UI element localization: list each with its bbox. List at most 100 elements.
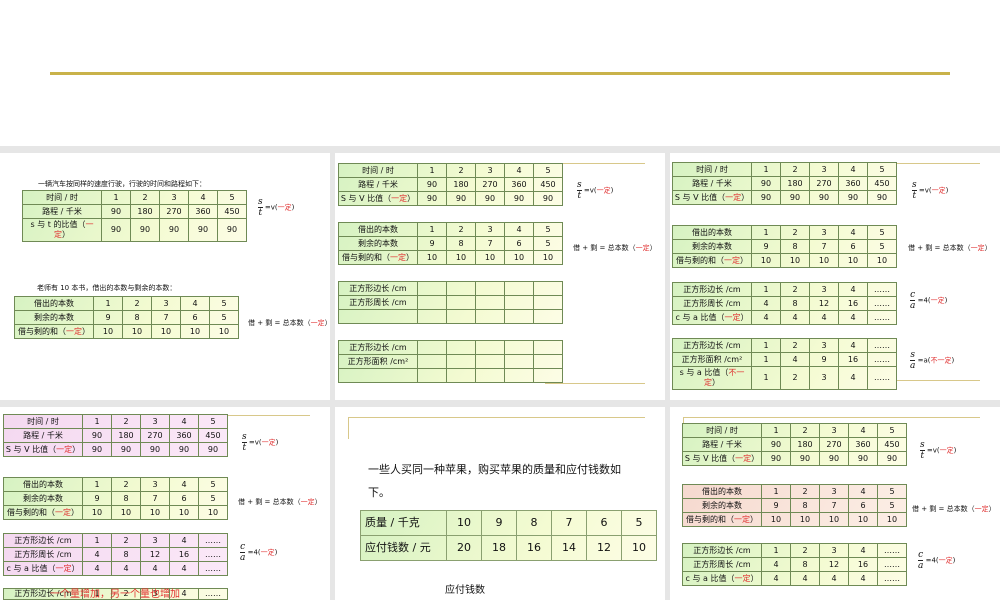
table-row: 剩余的本数 9 8 7 6 5 — [672, 239, 897, 254]
table-cell: 90 — [101, 218, 131, 242]
slide-thumbnail-3[interactable]: 时间 / 时 1 2 3 4 5 路程 / 千米 90 180 270 360 450 S 与 V 比值… — [670, 153, 1000, 400]
table-cell: 10 — [198, 505, 228, 520]
slide-thumbnail-6[interactable]: 时间 / 时 1 2 3 4 5 路程 / 千米 90 180 270 360 450 S 与 V 比值… — [670, 407, 1000, 600]
data-table: 时间 / 时 1 2 3 4 5 路程 / 千米 90 180 270 360 450 s 与 t 的比… — [22, 190, 247, 242]
row-label: 借出的本数 — [338, 222, 418, 237]
table-cell: 5 — [209, 296, 239, 311]
denominator: a — [910, 361, 916, 371]
table-cell: 10 — [446, 510, 482, 536]
table-row: 时间 / 时12345 — [22, 190, 247, 205]
data-table: 借出的本数 1 2 3 4 5 剩余的本数 9 8 7 6 5 借与剩的和（一定） 10 10 10 10 10 — [14, 296, 239, 339]
table-cell: 4 — [780, 310, 810, 325]
table-row: 正方形面积 /cm² 1 4 9 16…… — [672, 352, 897, 367]
formula: 借 + 剩 = 总本数（一定） — [912, 504, 996, 514]
table-row: S 与 V 比值（一定） 90 90 90 90 90 — [338, 191, 563, 206]
table-cell: 1 — [417, 222, 447, 237]
highlight: 一定 — [55, 563, 72, 573]
numerator: c — [240, 542, 246, 553]
table-cell: 270 — [819, 437, 849, 452]
formula-constant: 一定 — [970, 244, 985, 252]
table-cell: 2 — [780, 282, 810, 297]
table-cell: 7 — [819, 498, 849, 513]
table-row: S 与 V 比值（一定） 90 90 90 90 90 — [3, 442, 228, 457]
table-cell: 360 — [838, 176, 868, 191]
table-cell: 180 — [111, 428, 141, 443]
table-cell: 4 — [504, 222, 534, 237]
table-cell: 2 — [122, 296, 152, 311]
table-cell: 5 — [867, 162, 897, 177]
table-cell: 10 — [867, 253, 897, 268]
table-cell: 10 — [533, 250, 563, 265]
table-row: 借与剩的和（一定） 10 10 10 10 10 — [14, 324, 239, 339]
table-cell: 16 — [516, 535, 552, 561]
data-table: 时间 / 时 1 2 3 4 5 路程 / 千米 90 180 270 360 450 S 与 V 比值… — [682, 423, 907, 466]
table-cell: 10 — [209, 324, 239, 339]
table-cell: 450 — [867, 176, 897, 191]
table-row: 时间 / 时12345 — [338, 163, 563, 178]
table-cell: 1 — [751, 338, 781, 353]
table-cell — [533, 281, 563, 296]
table-cell: 4 — [848, 484, 878, 499]
slide-thumbnail-4[interactable]: 时间 / 时 1 2 3 4 5 路程 / 千米 90 180 270 360 450 S 与 V 比值… — [0, 407, 330, 600]
table-row: 剩余的本数 9 8 7 6 5 — [3, 491, 228, 506]
data-table: 正方形边长 /cm 正方形周长 /cm — [338, 281, 563, 324]
table-cell: 10 — [111, 505, 141, 520]
row-label: 借与剩的和（一定） — [14, 324, 94, 339]
table-row: 借出的本数 1 2 3 4 5 — [672, 225, 897, 240]
table-cell — [475, 368, 505, 383]
table-row: 时间 / 时12345 — [3, 414, 228, 429]
table-cell: 14 — [551, 535, 587, 561]
table-cell: 2 — [790, 423, 820, 438]
row-label: s 与 a 比值（不一定） — [672, 366, 752, 390]
row-label: 正方形周长 /cm — [338, 295, 418, 310]
data-table: 借出的本数 1 2 3 4 5 剩余的本数 9 8 7 6 5 借与剩的和（一定） 10 10 10 10 10 — [682, 484, 907, 527]
table-cell: 90 — [130, 218, 160, 242]
table-row: 正方形周长 /cm — [338, 295, 563, 310]
table-cell: 10 — [504, 250, 534, 265]
table-cell — [446, 340, 476, 355]
formula-rhs: =4( — [925, 556, 939, 565]
table-row: 正方形边长 /cm 1 2 3 4…… — [672, 282, 897, 297]
current-slide — [0, 0, 1000, 146]
table-cell: 4 — [838, 366, 868, 390]
row-label: 正方形边长 /cm — [338, 340, 418, 355]
numerator: s — [920, 440, 925, 451]
table-cell: 4 — [848, 423, 878, 438]
table-cell: 4 — [188, 190, 218, 205]
slide-thumbnail-2[interactable]: 时间 / 时 1 2 3 4 5 路程 / 千米 90 180 270 360 450 S 与 V 比值… — [335, 153, 665, 400]
table-cell: 5 — [621, 510, 657, 536]
slide-thumbnail-5[interactable]: 一些人买同一种苹果，购买苹果的质量和应付钱数如 下。 质量 / 千克 10 9 8 7 6… — [335, 407, 665, 600]
formula-constant: 一定 — [596, 186, 611, 195]
table-cell — [417, 368, 447, 383]
data-table: 时间 / 时 1 2 3 4 5 路程 / 千米 90 180 270 360 450 S 与 V 比值… — [3, 414, 228, 457]
table-cell — [475, 295, 505, 310]
denominator: a — [918, 561, 924, 571]
table-cell: 90 — [188, 218, 218, 242]
table-cell — [417, 309, 447, 324]
slide-thumbnail-1[interactable]: 一辆汽车按同样的速度行驶，行驶的时间和路程如下： 时间 / 时 1 2 3 4 5 路程 /… — [0, 153, 330, 400]
table-cell: 270 — [159, 204, 189, 219]
table-cell: …… — [867, 352, 897, 367]
table-cell: …… — [877, 571, 907, 586]
row-label: 时间 / 时 — [3, 414, 83, 429]
row-label: 剩余的本数 — [3, 491, 83, 506]
table-row: 应付钱数 / 元 20 18 16 14 12 10 — [360, 535, 657, 561]
formula-close: ） — [984, 244, 992, 252]
table-cell — [417, 295, 447, 310]
table-row: 借出的本数 1 2 3 4 5 — [14, 296, 239, 311]
row-label: c 与 a 比值（一定） — [672, 310, 752, 325]
numerator: s — [577, 180, 582, 191]
numerator: s — [912, 180, 917, 191]
row-label: 借出的本数 — [672, 225, 752, 240]
table-cell: 9 — [751, 239, 781, 254]
table-cell: 4 — [838, 162, 868, 177]
table-cell — [475, 309, 505, 324]
table-cell: 90 — [751, 190, 781, 205]
table-cell: 5 — [198, 491, 228, 506]
row-label: 剩余的本数 — [672, 239, 752, 254]
table-cell: 8 — [111, 547, 141, 562]
fraction: st — [920, 440, 925, 461]
row-label: 正方形边长 /cm — [672, 282, 752, 297]
table-cell: 90 — [761, 451, 791, 466]
table-row: 时间 / 时12345 — [682, 423, 907, 438]
